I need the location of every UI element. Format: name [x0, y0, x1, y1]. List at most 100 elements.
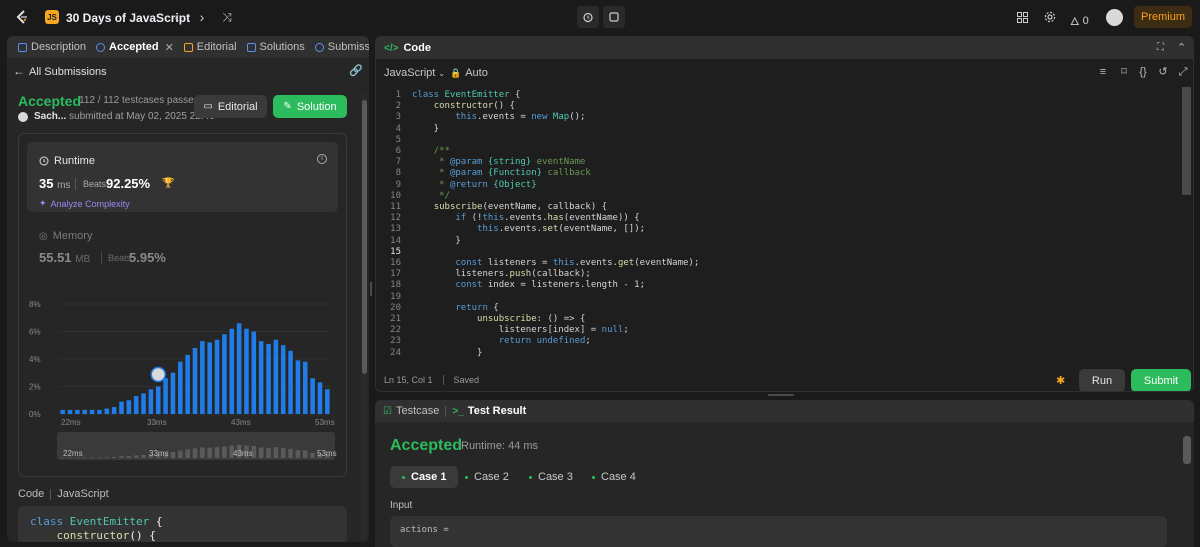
code-text: class EventEmitter {	[412, 90, 521, 100]
code-text: this.events.set(eventName, []);	[477, 224, 646, 235]
code-line: 7 * @param {string} eventName	[376, 157, 586, 168]
expand-icon[interactable]: ⤢	[1177, 66, 1189, 78]
memory-label[interactable]: ◎ Memory	[39, 230, 92, 242]
lock-icon: 🔒	[450, 67, 462, 78]
line-number: 3	[395, 112, 401, 123]
code-text: unsubscribe: () => {	[477, 314, 586, 324]
code-text: * @return {Object}	[412, 179, 537, 190]
back-arrow-icon[interactable]: ←	[13, 64, 25, 78]
stats-card: Runtime i 35 ms Beats 92.25% 🏆 ✦ Analyze…	[18, 133, 347, 477]
solution-button[interactable]: ✎ Solution	[273, 95, 347, 118]
horizontal-resize-handle[interactable]	[768, 394, 794, 396]
next-problem-icon[interactable]: ›	[194, 9, 210, 25]
reset-icon[interactable]: ↺	[1157, 66, 1169, 78]
layout-icon[interactable]	[1014, 9, 1030, 25]
run-button[interactable]: Run	[1079, 369, 1125, 391]
avatar	[18, 111, 28, 122]
editorial-button[interactable]: ▭ Editorial	[194, 95, 267, 118]
analyze-complexity-link[interactable]: ✦ Analyze Complexity	[39, 198, 130, 209]
case-2-button[interactable]: Case 2	[453, 466, 521, 488]
code-line: 8 * @param {Function} callback	[376, 168, 591, 179]
overview-bar	[82, 457, 88, 458]
prev-problem-icon[interactable]: ‹	[169, 9, 185, 25]
flame-icon: 🜂	[1070, 16, 1080, 28]
maximize-icon[interactable]: ⛶	[1157, 42, 1164, 53]
all-submissions-link[interactable]: All Submissions	[29, 66, 107, 78]
runtime-box[interactable]: Runtime i 35 ms Beats 92.25% 🏆 ✦ Analyze…	[27, 142, 338, 212]
format-icon[interactable]: ≡	[1097, 66, 1109, 78]
submitter-info: Sach... submitted at May 02, 2025 22:46	[18, 111, 215, 122]
premium-button[interactable]: Premium	[1134, 6, 1192, 28]
y-tick-label: 6%	[29, 328, 41, 337]
code-text: */	[412, 190, 450, 201]
chart-bar	[302, 361, 308, 414]
code-text: const listeners = this.events.get(eventN…	[455, 258, 700, 268]
tab-submissions[interactable]: Submissio	[310, 36, 369, 58]
input-value[interactable]: actions =	[390, 516, 1167, 547]
code-editor[interactable]: 1 class EventEmitter {2 constructor() {3 …	[376, 87, 1181, 359]
overview-tick-label: 33ms	[149, 449, 169, 458]
code-panel: </> Code ⛶ ⌃ JavaScript ⌄ 🔒 Auto ≡ ⌑ {} …	[375, 36, 1194, 392]
chart-bar	[178, 361, 183, 414]
shuffle-icon[interactable]: ⤨	[219, 9, 235, 25]
panel-resize-handle[interactable]	[370, 282, 372, 296]
line-number: 11	[390, 202, 401, 212]
y-tick-label: 2%	[29, 383, 41, 392]
case-1-button[interactable]: Case 1	[390, 466, 459, 488]
code-preview[interactable]: class EventEmitter { constructor() {	[18, 506, 347, 542]
runtime-distribution-chart[interactable]: 8% 6% 4% 2% 0% 22ms 33ms 43ms 53ms 22ms 33ms 43ms 53…	[19, 294, 348, 474]
x-tick-label: 33ms	[147, 418, 167, 427]
code-line: 15	[376, 247, 412, 258]
runtime-value: 35 ms	[39, 176, 71, 191]
pass-dot	[592, 475, 595, 479]
language-selector[interactable]: JavaScript ⌄	[384, 67, 445, 79]
book-icon	[183, 42, 193, 52]
auto-mode-toggle[interactable]: 🔒 Auto	[450, 67, 488, 79]
overview-tick-label: 53ms	[317, 449, 337, 458]
user-avatar[interactable]	[1106, 9, 1123, 26]
overview-bar	[97, 457, 102, 458]
code-line: 10 */	[376, 191, 450, 202]
leetcode-logo-icon[interactable]	[14, 9, 30, 25]
tab-accepted[interactable]: Accepted ✕	[91, 36, 179, 58]
tab-test-result[interactable]: >_ Test Result	[446, 405, 532, 417]
case-3-button[interactable]: Case 3	[517, 466, 585, 488]
tab-editorial[interactable]: Editorial	[179, 36, 242, 58]
tab-description[interactable]: Description	[13, 36, 91, 58]
code-panel-header: </> Code	[376, 37, 1193, 59]
tab-solutions[interactable]: Solutions	[242, 36, 310, 58]
y-tick-label: 8%	[29, 300, 41, 309]
terminal-icon: >_	[452, 405, 464, 417]
left-scrollbar[interactable]	[362, 100, 367, 374]
memory-value: 55.51 MB	[39, 250, 91, 265]
timer-button[interactable]	[577, 6, 599, 28]
line-number: 13	[390, 224, 401, 235]
line-number: 19	[390, 291, 401, 302]
plan-badge: JS	[45, 10, 59, 24]
settings-gear-icon[interactable]	[1042, 9, 1058, 25]
streak-counter[interactable]: 🜂 0	[1070, 10, 1089, 32]
close-tab-icon[interactable]: ✕	[165, 41, 174, 54]
bookmark-icon[interactable]: ⌑	[1118, 66, 1130, 78]
editor-scrollbar[interactable]	[1182, 87, 1191, 195]
share-link-icon[interactable]: 🔗	[349, 64, 363, 77]
overview-bar	[288, 448, 293, 458]
info-icon[interactable]: i	[317, 154, 327, 164]
code-line: 1 class EventEmitter {	[376, 90, 521, 101]
code-text: this.events = new Map();	[455, 112, 586, 123]
braces-icon[interactable]: {}	[1137, 66, 1149, 78]
notes-button[interactable]	[603, 6, 625, 28]
tab-testcase[interactable]: ☑ Testcase	[383, 405, 445, 417]
chart-bar	[155, 386, 161, 414]
submitter-name[interactable]: Sach...	[34, 111, 66, 122]
divider	[50, 489, 52, 500]
submit-button[interactable]: Submit	[1131, 369, 1191, 391]
memory-unit: MB	[75, 254, 91, 265]
chart-bar	[244, 328, 249, 414]
code-line: 18 const index = listeners.length - 1;	[376, 280, 645, 291]
debugger-icon[interactable]: ✱	[1056, 374, 1069, 387]
collapse-icon[interactable]: ⌃	[1177, 41, 1186, 54]
chart-bar	[97, 409, 102, 414]
case-4-button[interactable]: Case 4	[580, 466, 648, 488]
test-panel-scrollbar[interactable]	[1183, 436, 1191, 464]
